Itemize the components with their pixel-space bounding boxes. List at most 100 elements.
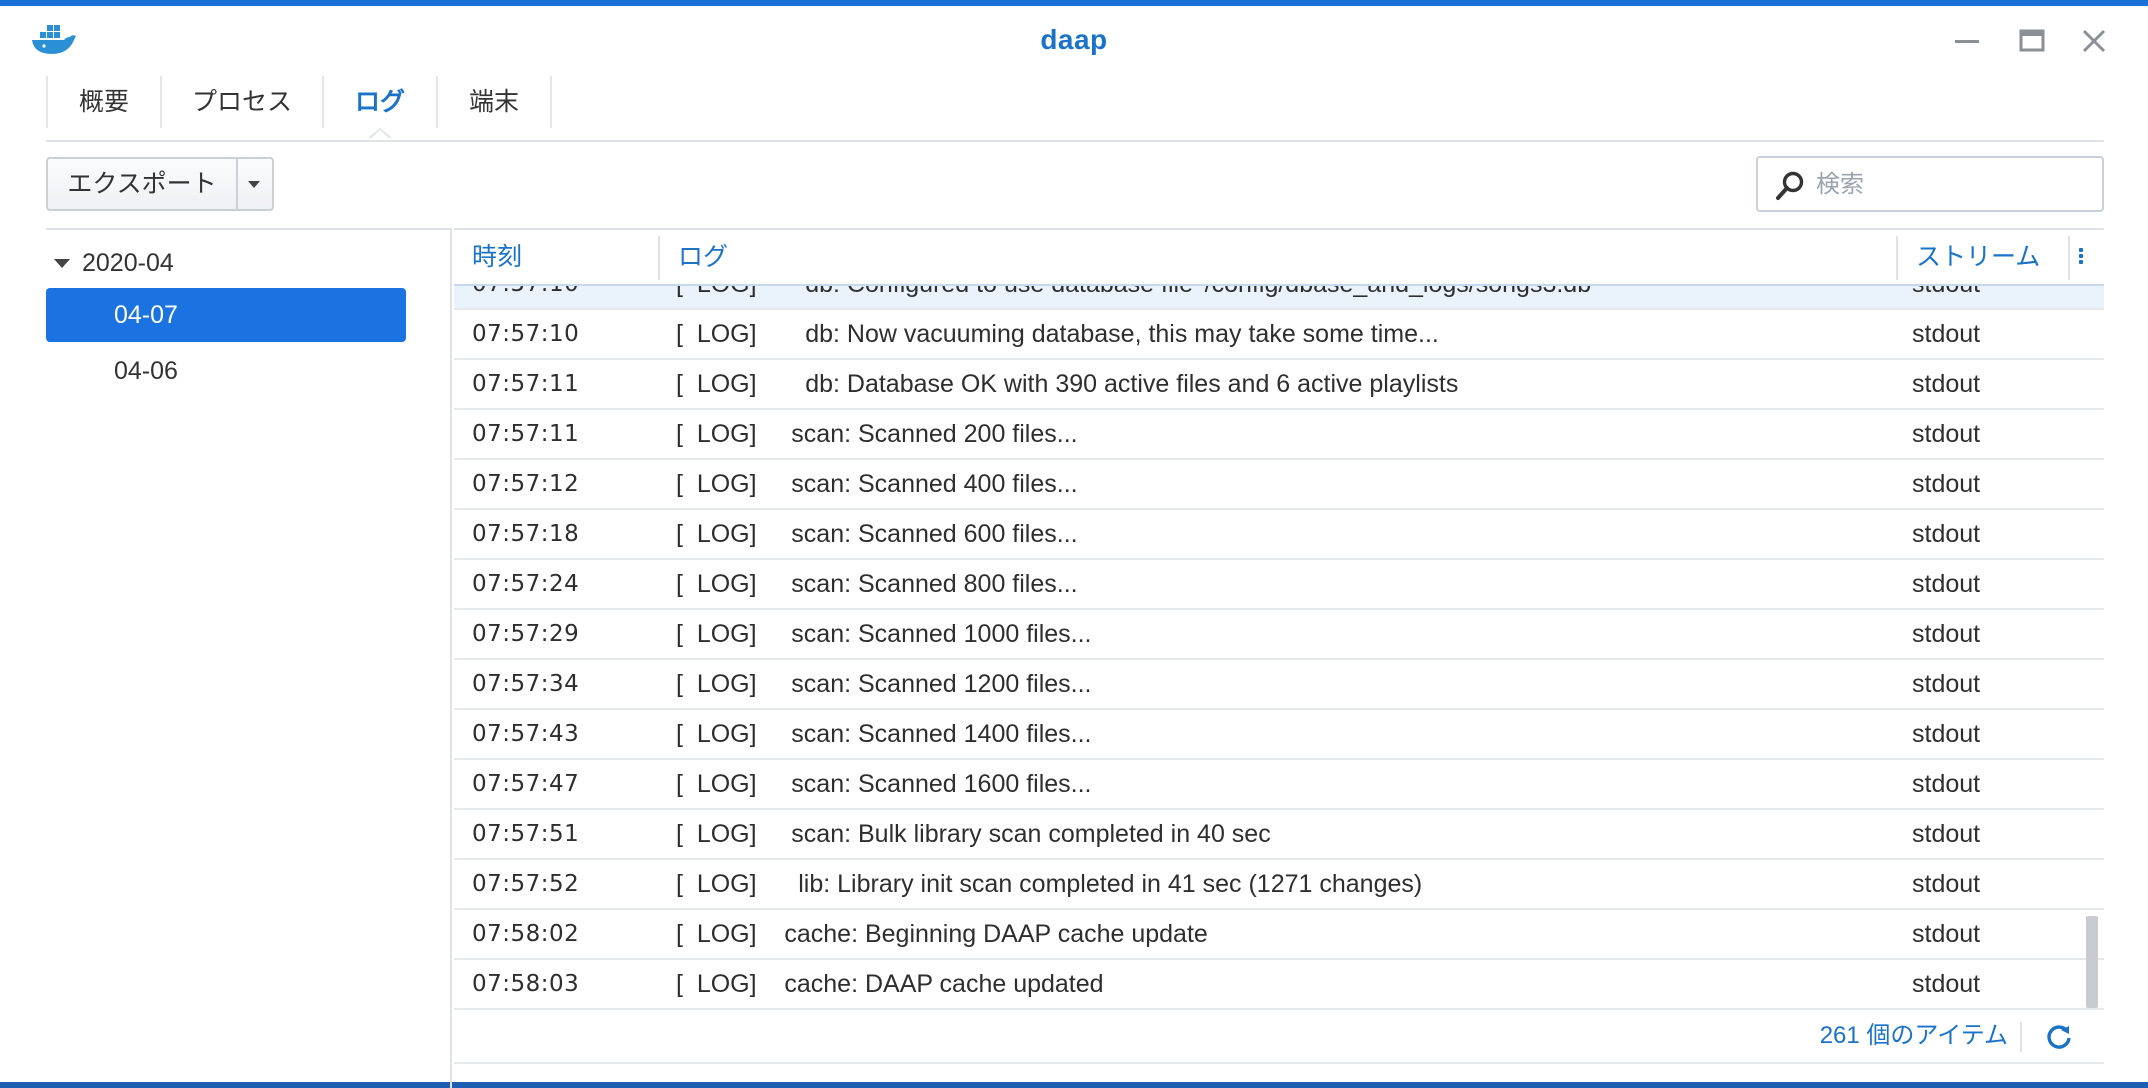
tree-group-label: 2020-04: [82, 249, 174, 277]
cell-stream: stdout: [1912, 720, 1981, 748]
cell-time: 07:58:03: [472, 971, 580, 997]
cell-time: 07:57:11: [472, 371, 580, 397]
table-row[interactable]: 07:57:18 [ LOG] scan: Scanned 600 files.…: [454, 510, 2104, 560]
column-menu-icon[interactable]: [2076, 246, 2086, 270]
window-title: daap: [1040, 24, 1108, 55]
table-row[interactable]: 07:57:43 [ LOG] scan: Scanned 1400 files…: [454, 710, 2104, 760]
cell-log: [ LOG] scan: Scanned 400 files...: [676, 470, 1078, 498]
footer-separator: [2020, 1022, 2022, 1052]
cell-log: [ LOG] cache: DAAP cache updated: [676, 970, 1104, 998]
table-row[interactable]: 07:57:29 [ LOG] scan: Scanned 1000 files…: [454, 610, 2104, 660]
grid-body[interactable]: 07:57:10 [ LOG] db: Configured to use da…: [454, 286, 2104, 1000]
refresh-icon[interactable]: [2044, 1022, 2074, 1052]
docker-log-window: daap 概要 プロセス ログ 端末 エクスポート 検索 2020-04 04-…: [0, 0, 2148, 1088]
cell-time: 07:57:29: [472, 621, 580, 647]
cell-time: 07:57:10: [472, 321, 580, 347]
tab-terminal[interactable]: 端末: [438, 76, 550, 128]
maximize-button[interactable]: [2015, 24, 2049, 58]
table-row[interactable]: 07:57:12 [ LOG] scan: Scanned 400 files.…: [454, 460, 2104, 510]
search-box[interactable]: [1756, 156, 2104, 212]
cell-time: 07:57:10: [472, 286, 579, 308]
grid-footer: 261 個のアイテム: [454, 1008, 2104, 1064]
cell-stream: stdout: [1912, 570, 1981, 598]
export-button-divider: [236, 159, 238, 209]
cell-log: [ LOG] scan: Scanned 1400 files...: [676, 720, 1092, 748]
cell-stream: stdout: [1912, 420, 1981, 448]
cell-time: 07:57:43: [472, 721, 580, 747]
cell-stream: stdout: [1912, 970, 1981, 998]
tree-item-04-06[interactable]: 04-06: [46, 344, 406, 398]
table-row[interactable]: 07:57:10 [ LOG] db: Configured to use da…: [454, 286, 2104, 310]
cell-stream: stdout: [1912, 370, 1981, 398]
cell-time: 07:57:11: [472, 421, 580, 447]
cell-log: [ LOG] cache: Beginning DAAP cache updat…: [676, 920, 1208, 948]
cell-log: [ LOG] lib: Library init scan completed …: [676, 870, 1423, 898]
cell-stream: stdout: [1912, 320, 1981, 348]
column-header-time[interactable]: 時刻: [454, 230, 658, 284]
minimize-button[interactable]: [1950, 24, 1984, 58]
cell-stream: stdout: [1912, 920, 1981, 948]
column-separator: [2068, 236, 2070, 280]
cell-time: 07:57:51: [472, 821, 580, 847]
active-tab-indicator: [368, 128, 392, 139]
tab-log[interactable]: ログ: [324, 76, 436, 128]
search-input[interactable]: [1814, 164, 2098, 206]
cell-time: 07:57:12: [472, 471, 580, 497]
table-row[interactable]: 07:57:24 [ LOG] scan: Scanned 800 files.…: [454, 560, 2104, 610]
tree-item-04-07[interactable]: 04-07: [46, 288, 406, 342]
tab-process[interactable]: プロセス: [162, 76, 322, 128]
cell-log: [ LOG] scan: Scanned 800 files...: [676, 570, 1078, 598]
tree-group-month[interactable]: 2020-04: [46, 240, 446, 286]
item-count: 261 個のアイテム: [1819, 1022, 2008, 1049]
table-row[interactable]: 07:58:02 [ LOG] cache: Beginning DAAP ca…: [454, 910, 2104, 960]
close-button[interactable]: [2077, 24, 2111, 58]
cell-time: 07:57:52: [472, 871, 580, 897]
cell-stream: stdout: [1912, 820, 1981, 848]
table-row[interactable]: 07:57:11 [ LOG] db: Database OK with 390…: [454, 360, 2104, 410]
table-row[interactable]: 07:57:11 [ LOG] scan: Scanned 200 files.…: [454, 410, 2104, 460]
title-bar[interactable]: daap: [0, 6, 2148, 72]
cell-time: 07:57:24: [472, 571, 580, 597]
cell-stream: stdout: [1912, 520, 1981, 548]
log-grid: 時刻 ログ ストリーム 07:57:10 [ LOG] db: Configur…: [454, 228, 2104, 1088]
grid-header: 時刻 ログ ストリーム: [454, 230, 2104, 286]
chevron-down-icon[interactable]: [248, 181, 260, 188]
tab-separator: [550, 76, 552, 128]
cell-log: [ LOG] db: Database OK with 390 active f…: [676, 370, 1459, 398]
cell-stream: stdout: [1912, 620, 1981, 648]
cell-stream: stdout: [1912, 670, 1981, 698]
cell-time: 07:57:18: [472, 521, 580, 547]
cell-time: 07:57:34: [472, 671, 580, 697]
cell-time: 07:58:02: [472, 921, 580, 947]
cell-stream: stdout: [1912, 770, 1981, 798]
cell-stream: stdout: [1912, 286, 1980, 308]
tab-bar: 概要 プロセス ログ 端末: [46, 76, 2104, 142]
cell-log: [ LOG] scan: Scanned 200 files...: [676, 420, 1078, 448]
table-row[interactable]: 07:57:10 [ LOG] db: Now vacuuming databa…: [454, 310, 2104, 360]
cell-time: 07:57:47: [472, 771, 580, 797]
cell-log: [ LOG] scan: Scanned 1000 files...: [676, 620, 1092, 648]
export-button[interactable]: エクスポート: [46, 157, 274, 211]
cell-stream: stdout: [1912, 870, 1981, 898]
date-tree-panel: 2020-04 04-07 04-06: [46, 228, 452, 1088]
table-row[interactable]: 07:57:51 [ LOG] scan: Bulk library scan …: [454, 810, 2104, 860]
table-row[interactable]: 07:57:52 [ LOG] lib: Library init scan c…: [454, 860, 2104, 910]
table-row[interactable]: 07:57:47 [ LOG] scan: Scanned 1600 files…: [454, 760, 2104, 810]
caret-down-icon[interactable]: [54, 259, 70, 268]
column-header-log[interactable]: ログ: [660, 230, 1900, 284]
vertical-scrollbar[interactable]: [2086, 916, 2098, 1008]
table-row[interactable]: 07:58:03 [ LOG] cache: DAAP cache update…: [454, 960, 2104, 1000]
cell-stream: stdout: [1912, 470, 1981, 498]
cell-log: [ LOG] scan: Scanned 1200 files...: [676, 670, 1092, 698]
cell-log: [ LOG] scan: Bulk library scan completed…: [676, 820, 1271, 848]
search-icon: [1776, 171, 1804, 200]
cell-log: [ LOG] db: Now vacuuming database, this …: [676, 320, 1439, 348]
table-row[interactable]: 07:57:34 [ LOG] scan: Scanned 1200 files…: [454, 660, 2104, 710]
tab-overview[interactable]: 概要: [48, 76, 160, 128]
minimize-icon: [1955, 40, 1979, 43]
column-header-stream[interactable]: ストリーム: [1898, 230, 2068, 284]
export-button-label: エクスポート: [67, 170, 217, 198]
cell-log: [ LOG] scan: Scanned 600 files...: [676, 520, 1078, 548]
close-icon: [2082, 29, 2106, 53]
cell-log: [ LOG] scan: Scanned 1600 files...: [676, 770, 1092, 798]
